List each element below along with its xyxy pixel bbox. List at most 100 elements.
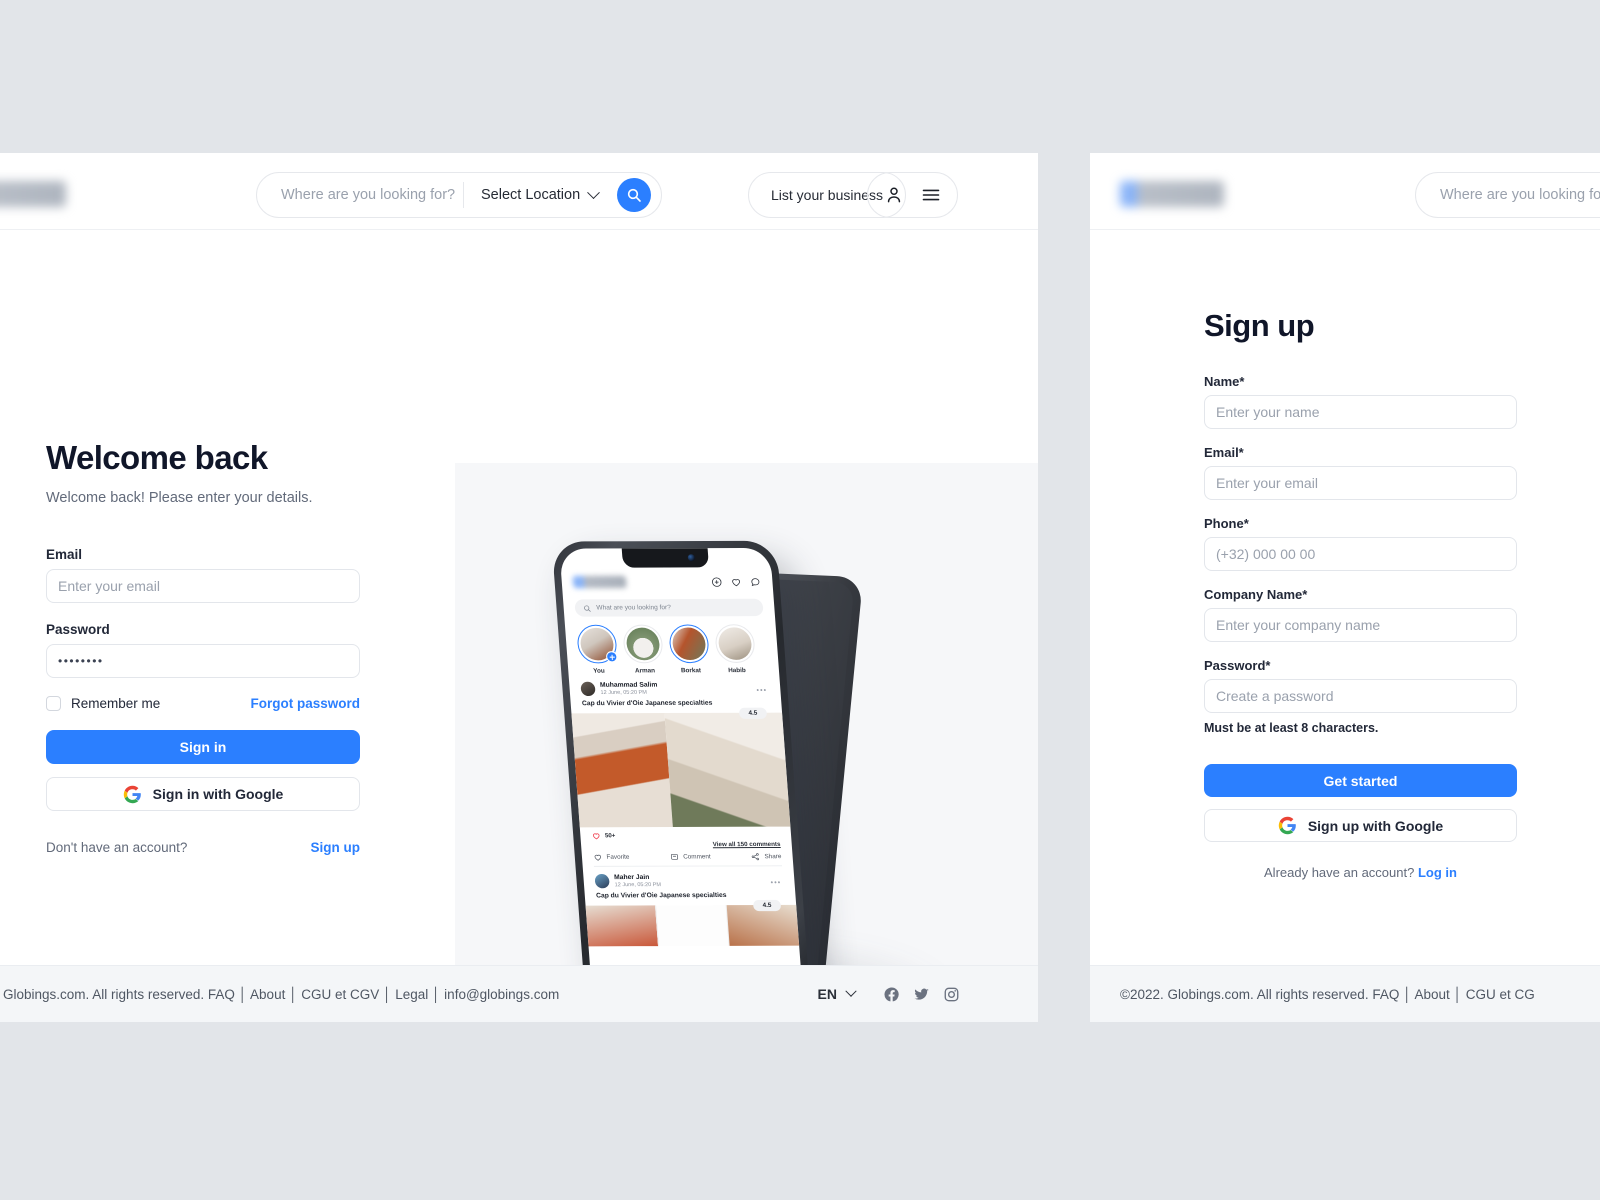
password-input[interactable]: •••••••• (46, 644, 360, 678)
name-label: Name* (1204, 374, 1245, 389)
site-logo[interactable] (1120, 181, 1224, 207)
email-input[interactable]: Enter your email (1204, 466, 1517, 500)
comment-action[interactable]: Comment (670, 852, 711, 861)
chat-bubble-icon[interactable] (750, 576, 762, 587)
story-label: Habib (727, 666, 747, 675)
hamburger-menu-icon[interactable] (921, 185, 941, 205)
story-item[interactable]: You (576, 624, 619, 675)
have-account-text: Already have an account? (1264, 865, 1415, 880)
signup-form: Sign up Name* Enter your name Email* Ent… (1204, 308, 1517, 880)
footer-right-group: EN (818, 985, 960, 1003)
password-label: Password* (1204, 658, 1271, 673)
heart-icon (594, 854, 602, 861)
sign-in-with-google-button[interactable]: Sign in with Google (46, 777, 360, 811)
log-in-link[interactable]: Log in (1418, 865, 1457, 880)
post-header: Muhammad Salim 12 June, 05:20 PM ••• (580, 681, 769, 697)
post-timestamp: 12 June, 05:20 PM (600, 689, 648, 696)
screenshot-canvas: Where are you looking for? Select Locati… (0, 0, 1600, 1200)
footer-legal-text: ©2022. Globings.com. All rights reserved… (1120, 986, 1535, 1002)
sign-up-link[interactable]: Sign up (311, 840, 361, 855)
story-ring (668, 624, 710, 664)
sign-up-with-google-label: Sign up with Google (1307, 817, 1444, 834)
story-image (625, 627, 662, 661)
location-select[interactable]: Select Location (464, 185, 601, 203)
page-title: Sign up (1204, 308, 1315, 343)
company-label: Company Name* (1204, 587, 1308, 602)
comment-icon (670, 854, 679, 860)
app-search-input[interactable]: What are you looking for? (574, 598, 764, 617)
phone-frame: What are you looking for? You Arman Bork… (551, 540, 811, 1002)
company-input[interactable]: Enter your company name (1204, 608, 1517, 642)
no-account-text: Don't have an account? (46, 840, 188, 855)
password-label: Password (46, 622, 110, 637)
google-icon (123, 785, 141, 803)
site-logo[interactable] (0, 181, 66, 207)
remember-forgot-row: Remember me Forgot password (46, 696, 360, 711)
post-likes: 50+ (591, 831, 780, 841)
header-search-bar[interactable]: Where are you looking for? Select Locati… (1415, 172, 1600, 218)
phone-input[interactable]: (+32) 000 00 00 (1204, 537, 1517, 571)
share-action[interactable]: Share (751, 852, 782, 861)
app-header-icons (711, 576, 762, 587)
favorite-action[interactable]: Favorite (593, 853, 630, 862)
post-more-icon[interactable]: ••• (756, 687, 767, 694)
chevron-down-icon (587, 185, 601, 199)
password-input[interactable]: Create a password (1204, 679, 1517, 713)
heart-icon (592, 833, 600, 840)
twitter-icon[interactable] (913, 986, 930, 1003)
get-started-button[interactable]: Get started (1204, 764, 1517, 797)
remember-me-checkbox[interactable] (46, 696, 61, 711)
social-links (883, 986, 960, 1003)
page-subtitle: Welcome back! Please enter your details. (46, 490, 313, 506)
post-image (585, 904, 800, 947)
post-image (571, 712, 791, 828)
phone-label: Phone* (1204, 516, 1249, 531)
story-label: Borkat (680, 667, 702, 675)
header-search-bar[interactable]: Where are you looking for? Select Locati… (256, 172, 662, 218)
add-story-icon[interactable] (605, 651, 618, 663)
heart-icon[interactable] (730, 576, 742, 587)
favorite-label: Favorite (606, 853, 630, 861)
sign-up-with-google-button[interactable]: Sign up with Google (1204, 809, 1517, 842)
language-selector[interactable]: EN (818, 985, 857, 1002)
password-hint: Must be at least 8 characters. (1204, 721, 1379, 735)
post-rating-badge: 4.5 (752, 899, 782, 912)
phone-notch (621, 548, 710, 568)
story-item[interactable]: Arman (622, 624, 665, 675)
post-action-row: Favorite Comment Share (592, 852, 783, 867)
user-icon[interactable] (884, 185, 904, 205)
feed-post: Maher Jain 12 June, 05:20 PM ••• Cap du … (585, 873, 800, 947)
avatar (594, 874, 610, 889)
post-author: Maher Jain (613, 873, 650, 882)
forgot-password-link[interactable]: Forgot password (250, 696, 360, 711)
search-button[interactable] (617, 178, 651, 212)
instagram-icon[interactable] (943, 986, 960, 1003)
sign-in-button[interactable]: Sign in (46, 730, 360, 764)
search-input[interactable]: Where are you looking for? (257, 187, 463, 203)
login-page-panel: Where are you looking for? Select Locati… (0, 153, 1038, 1022)
account-menu-group[interactable] (867, 172, 958, 218)
login-prompt-row: Already have an account? Log in (1204, 865, 1517, 880)
story-item[interactable]: Habib (714, 624, 757, 674)
view-all-comments-link[interactable]: View all 150 comments (592, 841, 780, 849)
hero-illustration: What are you looking for? You Arman Bork… (455, 463, 1038, 1022)
add-circle-icon[interactable] (711, 576, 723, 587)
post-header: Maher Jain 12 June, 05:20 PM ••• (594, 873, 783, 889)
search-input[interactable]: Where are you looking for? (1416, 187, 1600, 203)
email-input[interactable]: Enter your email (46, 569, 360, 603)
site-header: Where are you looking for? Select Locati… (1090, 153, 1600, 230)
name-input[interactable]: Enter your name (1204, 395, 1517, 429)
post-actions: 50+ View all 150 comments Favorite Comme… (591, 827, 783, 867)
post-more-icon[interactable]: ••• (770, 880, 781, 887)
signup-page-panel: Where are you looking for? Select Locati… (1090, 153, 1600, 1022)
story-ring (622, 624, 664, 664)
story-label: Arman (634, 667, 656, 675)
chevron-down-icon (845, 985, 857, 997)
phone-screen: What are you looking for? You Arman Bork… (559, 547, 803, 995)
google-icon (1278, 816, 1296, 835)
remember-me-control[interactable]: Remember me (46, 696, 160, 711)
story-item[interactable]: Borkat (668, 624, 711, 674)
password-field-group: Password* Create a password Must be at l… (1204, 658, 1517, 735)
facebook-icon[interactable] (883, 986, 900, 1003)
story-ring (576, 624, 618, 664)
